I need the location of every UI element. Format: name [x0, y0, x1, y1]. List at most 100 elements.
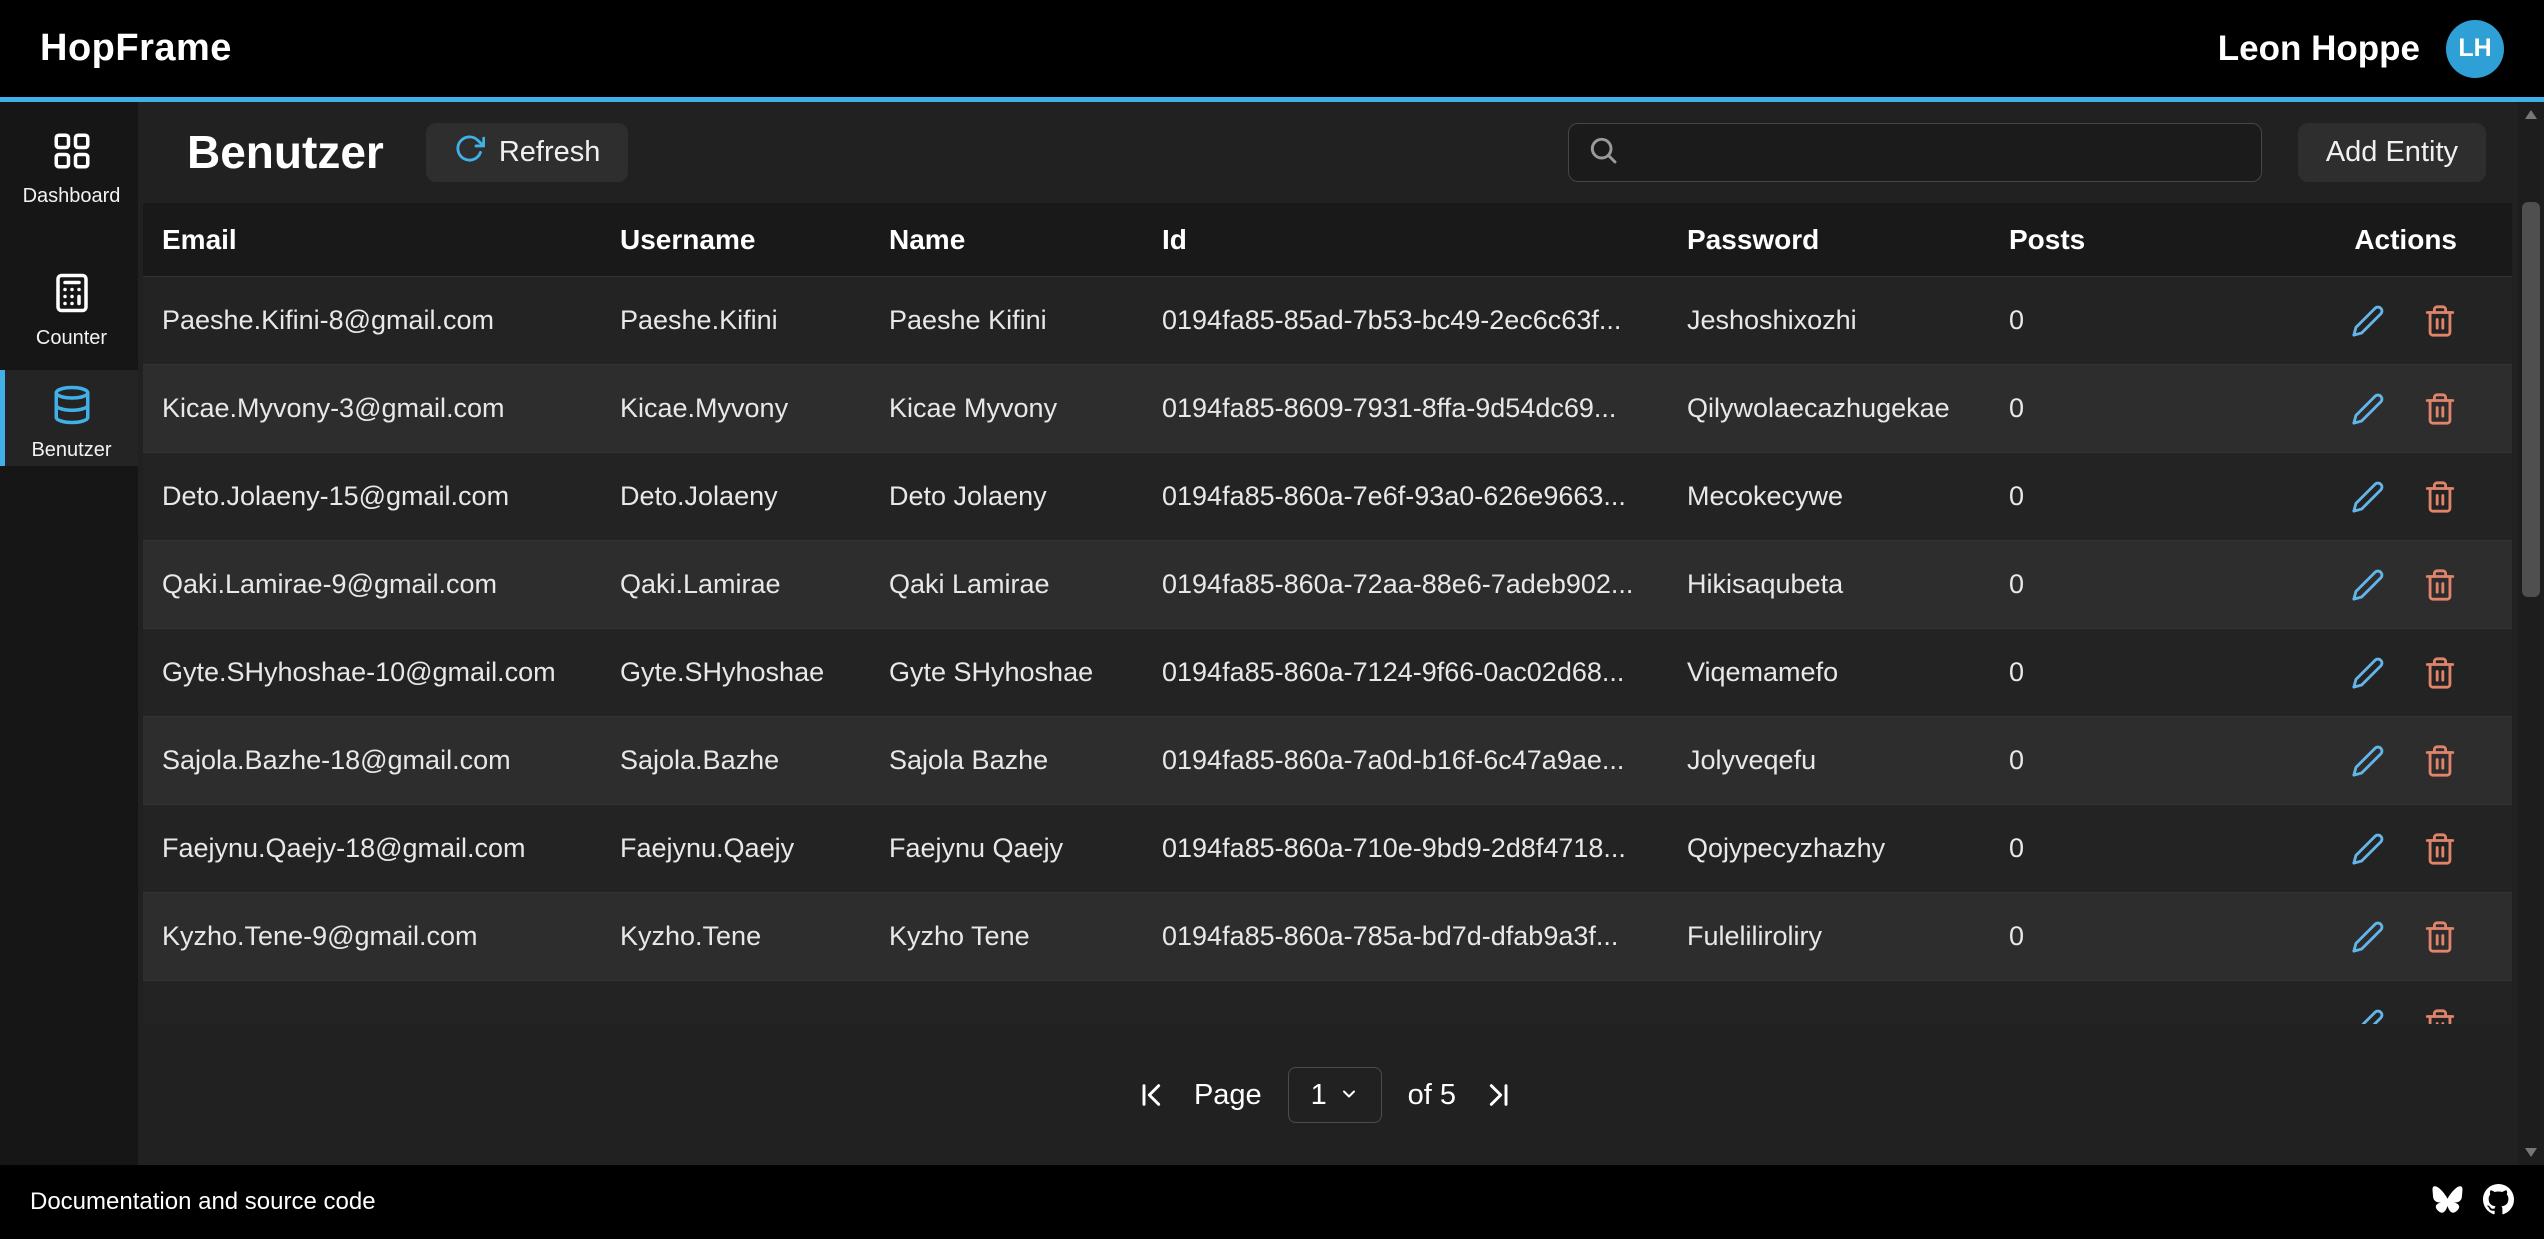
scroll-up-arrow[interactable]	[2525, 110, 2537, 119]
column-header-email: Email	[162, 224, 620, 256]
cell-username: Kicae.Myvony	[620, 393, 889, 424]
search-input[interactable]	[1633, 136, 2243, 168]
delete-row-button[interactable]	[2423, 392, 2457, 426]
cell-posts: 0	[2009, 657, 2209, 688]
edit-row-button[interactable]	[2351, 304, 2385, 338]
edit-row-button[interactable]	[2351, 568, 2385, 602]
first-page-button[interactable]	[1136, 1079, 1168, 1111]
table-body: Paeshe.Kifini-8@gmail.com Paeshe.Kifini …	[143, 276, 2512, 1024]
scroll-down-arrow[interactable]	[2525, 1148, 2537, 1157]
table-row: Gyte.SHyhoshae-10@gmail.com Gyte.SHyhosh…	[143, 628, 2512, 716]
cell-id: 0194fa85-8609-7931-8ffa-9d54dc69...	[1162, 393, 1687, 424]
github-icon[interactable]	[2483, 1184, 2514, 1220]
cell-email: Sajola.Bazhe-18@gmail.com	[162, 745, 620, 776]
cell-posts: 0	[2009, 393, 2209, 424]
table-row: Kyzho.Tene-9@gmail.com Kyzho.Tene Kyzho …	[143, 892, 2512, 980]
page-title: Benutzer	[187, 125, 384, 179]
user-name: Leon Hoppe	[2218, 29, 2420, 69]
cell-password: Hikisaqubeta	[1687, 569, 2009, 600]
cell-email: Kyzho.Tene-9@gmail.com	[162, 921, 620, 952]
bluesky-icon[interactable]	[2432, 1184, 2463, 1220]
table-header-row: Email Username Name Id Password Posts Ac…	[143, 203, 2512, 276]
pagination: Page 1 of 5	[138, 1064, 2512, 1126]
cell-email: Paeshe.Kifini-8@gmail.com	[162, 305, 620, 336]
cell-email: Kicae.Myvony-3@gmail.com	[162, 393, 620, 424]
cell-username: Faejynu.Qaejy	[620, 833, 889, 864]
total-pages-label: of 5	[1408, 1079, 1456, 1112]
entity-table: Email Username Name Id Password Posts Ac…	[143, 203, 2512, 1024]
cell-name: Paeshe Kifini	[889, 305, 1162, 336]
sidebar-item-label: Dashboard	[23, 185, 121, 208]
delete-row-button[interactable]	[2423, 920, 2457, 954]
delete-row-button[interactable]	[2423, 656, 2457, 690]
search-box	[1568, 123, 2262, 182]
cell-actions	[2209, 480, 2512, 514]
cell-id: 0194fa85-860a-7124-9f66-0ac02d68...	[1162, 657, 1687, 688]
last-page-button[interactable]	[1482, 1079, 1514, 1111]
cell-name: Faejynu Qaejy	[889, 833, 1162, 864]
grid-icon	[51, 130, 93, 177]
edit-row-button[interactable]	[2351, 392, 2385, 426]
cell-password: Viqemamefo	[1687, 657, 2009, 688]
cell-id: 0194fa85-860a-72aa-88e6-7adeb902...	[1162, 569, 1687, 600]
database-icon	[51, 384, 93, 431]
edit-row-button[interactable]	[2351, 832, 2385, 866]
cell-actions	[2209, 392, 2512, 426]
column-header-username: Username	[620, 224, 889, 256]
cell-id: 0194fa85-85ad-7b53-bc49-2ec6c63f...	[1162, 305, 1687, 336]
column-header-id: Id	[1162, 224, 1687, 256]
cell-email: Gyte.SHyhoshae-10@gmail.com	[162, 657, 620, 688]
vertical-scrollbar[interactable]	[2518, 102, 2544, 1165]
cell-username: Kyzho.Tene	[620, 921, 889, 952]
delete-row-button[interactable]	[2423, 568, 2457, 602]
delete-row-button[interactable]	[2423, 480, 2457, 514]
column-header-actions: Actions	[2209, 224, 2512, 256]
cell-actions	[2209, 744, 2512, 778]
calculator-icon	[51, 272, 93, 319]
edit-row-button[interactable]	[2351, 656, 2385, 690]
cell-username: Qaki.Lamirae	[620, 569, 889, 600]
page-select[interactable]: 1	[1288, 1067, 1382, 1123]
column-header-password: Password	[1687, 224, 2009, 256]
edit-row-button[interactable]	[2351, 1008, 2385, 1025]
cell-password: Mecokecywe	[1687, 481, 2009, 512]
delete-row-button[interactable]	[2423, 304, 2457, 338]
cell-name: Gyte SHyhoshae	[889, 657, 1162, 688]
cell-password: Jolyveqefu	[1687, 745, 2009, 776]
main-content: Benutzer Refresh Add Entity Email	[138, 102, 2544, 1165]
current-page-value: 1	[1311, 1079, 1327, 1112]
delete-row-button[interactable]	[2423, 1008, 2457, 1025]
cell-actions	[2209, 1008, 2512, 1025]
scrollbar-thumb[interactable]	[2522, 202, 2540, 597]
cell-password: Jeshoshixozhi	[1687, 305, 2009, 336]
user-avatar[interactable]: LH	[2446, 20, 2504, 78]
cell-name: Kicae Myvony	[889, 393, 1162, 424]
sidebar-item-dashboard[interactable]: Dashboard	[0, 116, 138, 212]
add-entity-button[interactable]: Add Entity	[2298, 123, 2486, 182]
documentation-link[interactable]: Documentation and source code	[30, 1188, 376, 1216]
cell-email: Faejynu.Qaejy-18@gmail.com	[162, 833, 620, 864]
column-header-name: Name	[889, 224, 1162, 256]
cell-posts: 0	[2009, 921, 2209, 952]
cell-name: Kyzho Tene	[889, 921, 1162, 952]
table-row: Qaki.Lamirae-9@gmail.com Qaki.Lamirae Qa…	[143, 540, 2512, 628]
delete-row-button[interactable]	[2423, 832, 2457, 866]
app-logo: HopFrame	[40, 27, 232, 70]
refresh-button[interactable]: Refresh	[426, 123, 629, 182]
table-row: Faejynu.Qaejy-18@gmail.com Faejynu.Qaejy…	[143, 804, 2512, 892]
sidebar-item-label: Counter	[36, 327, 107, 350]
edit-row-button[interactable]	[2351, 744, 2385, 778]
edit-row-button[interactable]	[2351, 920, 2385, 954]
cell-email: Deto.Jolaeny-15@gmail.com	[162, 481, 620, 512]
table-row: Kicae.Myvony-3@gmail.com Kicae.Myvony Ki…	[143, 364, 2512, 452]
cell-id: 0194fa85-860a-7a0d-b16f-6c47a9ae...	[1162, 745, 1687, 776]
delete-row-button[interactable]	[2423, 744, 2457, 778]
chevron-down-icon	[1339, 1079, 1359, 1112]
edit-row-button[interactable]	[2351, 480, 2385, 514]
column-header-posts: Posts	[2009, 224, 2209, 256]
footer-icons	[2432, 1184, 2514, 1220]
sidebar-item-benutzer[interactable]: Benutzer	[0, 370, 138, 466]
sidebar-item-counter[interactable]: Counter	[0, 258, 138, 354]
avatar-initials: LH	[2458, 34, 2491, 63]
cell-password: Fuleliliroliry	[1687, 921, 2009, 952]
